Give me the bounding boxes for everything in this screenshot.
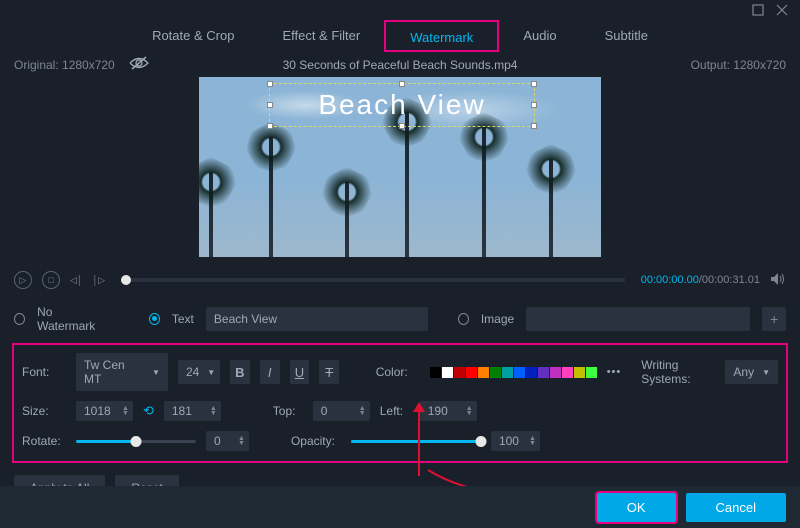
opacity-label: Opacity: bbox=[291, 434, 341, 448]
rotate-spinner[interactable]: 0▲▼ bbox=[206, 431, 249, 451]
more-colors[interactable]: ••• bbox=[607, 366, 622, 378]
top-label: Top: bbox=[273, 404, 303, 418]
link-aspect-icon[interactable]: ⟲ bbox=[143, 403, 154, 419]
play-button[interactable]: ▷ bbox=[14, 271, 32, 289]
tab-watermark[interactable]: Watermark bbox=[384, 20, 499, 52]
tab-rotate-crop[interactable]: Rotate & Crop bbox=[128, 20, 258, 52]
rotate-label: Rotate: bbox=[22, 434, 66, 448]
color-swatch[interactable] bbox=[442, 367, 453, 378]
bold-button[interactable]: B bbox=[230, 360, 250, 384]
color-swatch[interactable] bbox=[586, 367, 597, 378]
color-swatch[interactable] bbox=[562, 367, 573, 378]
underline-button[interactable]: U bbox=[290, 360, 310, 384]
color-label: Color: bbox=[376, 365, 420, 379]
tab-audio[interactable]: Audio bbox=[499, 20, 580, 52]
output-resolution: Output: 1280x720 bbox=[691, 58, 786, 72]
top-spinner[interactable]: 0▲▼ bbox=[313, 401, 370, 421]
color-swatch[interactable] bbox=[514, 367, 525, 378]
color-swatch[interactable] bbox=[490, 367, 501, 378]
tab-subtitle[interactable]: Subtitle bbox=[581, 20, 672, 52]
color-swatch[interactable] bbox=[574, 367, 585, 378]
playhead[interactable] bbox=[121, 275, 131, 285]
height-spinner[interactable]: 181▲▼ bbox=[164, 401, 221, 421]
add-image-button[interactable]: + bbox=[762, 307, 786, 331]
maximize-icon[interactable] bbox=[752, 4, 764, 16]
color-swatch[interactable] bbox=[478, 367, 489, 378]
watermark-properties: Font: Tw Cen MT▼ 24▼ B I U T Color: ••• … bbox=[12, 343, 788, 463]
no-watermark-label: No Watermark bbox=[37, 305, 107, 333]
rotate-slider[interactable] bbox=[76, 440, 196, 443]
video-preview: Beach View bbox=[0, 77, 800, 263]
image-watermark-input[interactable] bbox=[526, 307, 750, 331]
text-watermark-input[interactable] bbox=[206, 307, 428, 331]
annotation-arrow-vertical bbox=[418, 408, 420, 476]
prev-frame-button[interactable]: ◁│ bbox=[70, 275, 83, 286]
tabs-bar: Rotate & Crop Effect & Filter Watermark … bbox=[0, 20, 800, 52]
strikethrough-button[interactable]: T bbox=[319, 360, 339, 384]
text-label: Text bbox=[172, 312, 194, 326]
font-label: Font: bbox=[22, 365, 66, 379]
time-display: 00:00:00.00/00:00:31.01 bbox=[641, 274, 760, 286]
writing-systems-label: Writing Systems: bbox=[641, 358, 715, 386]
original-resolution: Original: 1280x720 bbox=[14, 58, 115, 72]
volume-icon[interactable] bbox=[770, 272, 786, 289]
image-label: Image bbox=[481, 312, 514, 326]
color-swatches[interactable] bbox=[430, 367, 597, 378]
watermark-bounding-box[interactable]: Beach View bbox=[269, 83, 535, 127]
cancel-button[interactable]: Cancel bbox=[686, 493, 786, 522]
radio-no-watermark[interactable] bbox=[14, 313, 25, 325]
preview-visibility-icon[interactable] bbox=[129, 56, 149, 73]
opacity-slider[interactable] bbox=[351, 440, 481, 443]
filename: 30 Seconds of Peaceful Beach Sounds.mp4 bbox=[283, 58, 518, 72]
radio-text[interactable] bbox=[149, 313, 160, 325]
font-dropdown[interactable]: Tw Cen MT▼ bbox=[76, 353, 168, 391]
annotation-arrowhead bbox=[413, 402, 425, 412]
writing-systems-dropdown[interactable]: Any▼ bbox=[725, 360, 778, 384]
watermark-text: Beach View bbox=[318, 89, 485, 121]
size-label: Size: bbox=[22, 404, 66, 418]
width-spinner[interactable]: 1018▲▼ bbox=[76, 401, 133, 421]
color-swatch[interactable] bbox=[454, 367, 465, 378]
italic-button[interactable]: I bbox=[260, 360, 280, 384]
font-size-dropdown[interactable]: 24▼ bbox=[178, 360, 220, 384]
radio-image[interactable] bbox=[458, 313, 469, 325]
next-frame-button[interactable]: │▷ bbox=[93, 275, 106, 286]
stop-button[interactable]: □ bbox=[42, 271, 60, 289]
color-swatch[interactable] bbox=[502, 367, 513, 378]
left-spinner[interactable]: 190▲▼ bbox=[420, 401, 477, 421]
color-swatch[interactable] bbox=[466, 367, 477, 378]
color-swatch[interactable] bbox=[430, 367, 441, 378]
close-icon[interactable] bbox=[776, 4, 788, 16]
left-label: Left: bbox=[380, 404, 410, 418]
color-swatch[interactable] bbox=[538, 367, 549, 378]
tab-effect-filter[interactable]: Effect & Filter bbox=[258, 20, 384, 52]
timeline[interactable] bbox=[121, 278, 625, 282]
ok-button[interactable]: OK bbox=[597, 493, 676, 522]
color-swatch[interactable] bbox=[526, 367, 537, 378]
color-swatch[interactable] bbox=[550, 367, 561, 378]
opacity-spinner[interactable]: 100▲▼ bbox=[491, 431, 540, 451]
